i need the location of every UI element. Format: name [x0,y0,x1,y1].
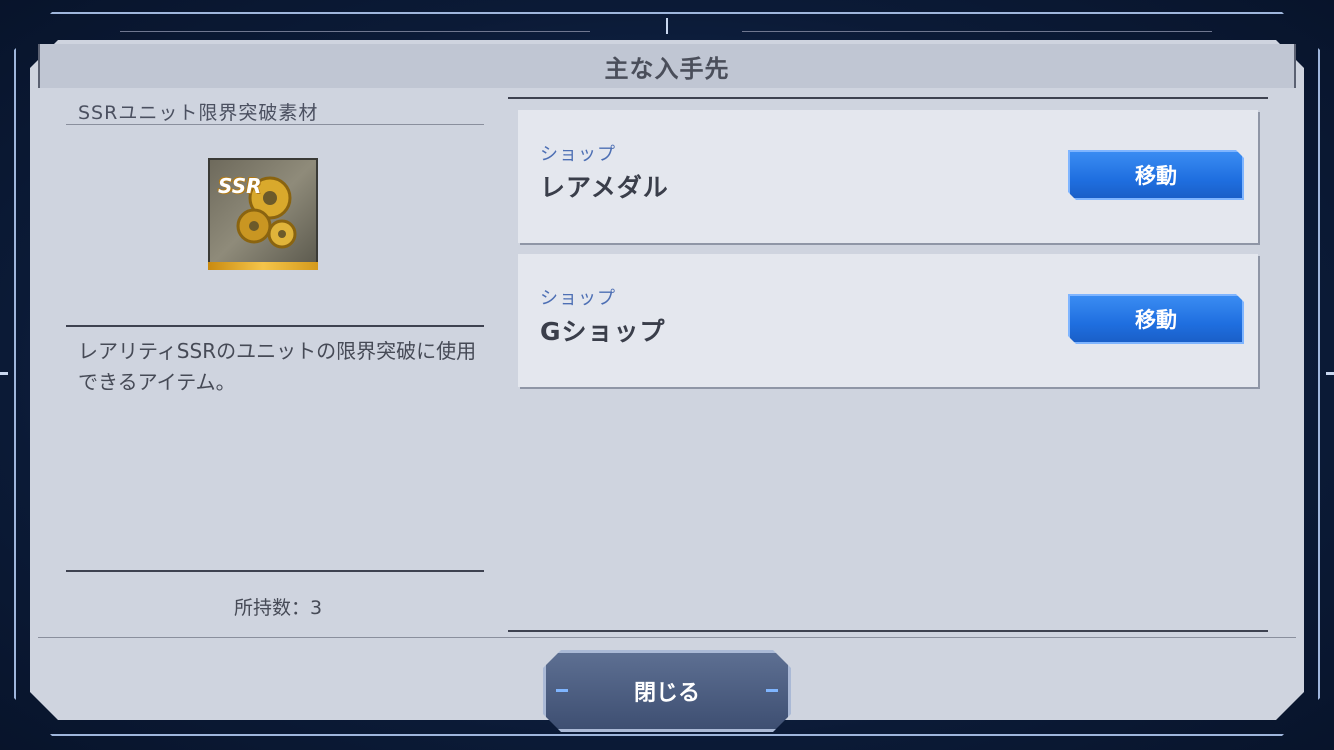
item-name: SSRユニット限界突破素材 [78,102,319,124]
top-divider-left [120,31,590,32]
rarity-bar [208,262,318,270]
sources-top-divider [508,97,1268,99]
item-name-underline [66,124,484,125]
source-name: Gショップ [540,317,666,346]
source-card: ショップ レアメダル 移動 [518,110,1258,243]
left-edge-mark [0,372,8,375]
source-category: ショップ [540,288,616,309]
close-button[interactable]: 閉じる [543,650,791,732]
close-button-right-deco [766,689,778,692]
right-edge-mark [1326,372,1334,375]
item-description: レアリティSSRのユニットの限界突破に使用できるアイテム。 [78,339,477,394]
move-button[interactable]: 移動 [1068,150,1244,200]
source-name: レアメダル [540,173,669,202]
close-button-left-deco [556,689,568,692]
dialog-header: 主な入手先 [38,44,1296,88]
sources-bottom-divider [508,630,1268,632]
move-button[interactable]: 移動 [1068,294,1244,344]
dialog-title: 主な入手先 [604,54,730,83]
rarity-badge: SSR [218,174,262,198]
owned-top-divider [66,570,484,572]
top-center-mark [666,18,668,34]
description-top-divider [66,325,484,327]
top-divider-right [742,31,1212,32]
source-category: ショップ [540,144,616,165]
source-card: ショップ Gショップ 移動 [518,254,1258,387]
owned-count: 所持数：3 [233,597,323,619]
footer-divider [38,637,1296,638]
close-button-label: 閉じる [633,681,700,706]
